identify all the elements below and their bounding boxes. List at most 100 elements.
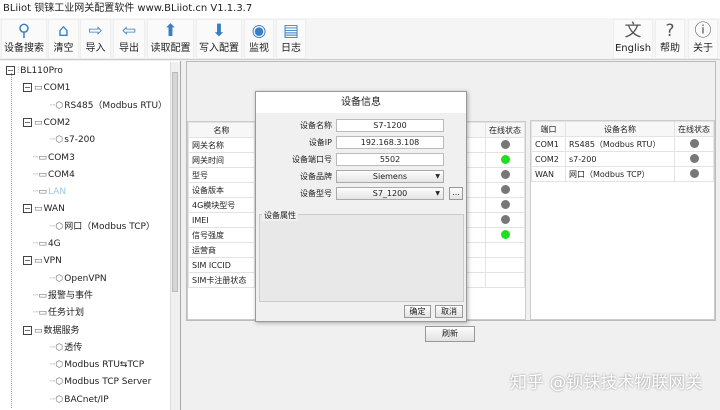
node-icon: ▭ [38, 308, 47, 319]
node-icon: ▭ [34, 117, 43, 128]
tree-item[interactable]: ┈⬡Modbus TCP Server [50, 375, 151, 389]
tree-item-label: 4G [47, 239, 61, 249]
toolbar-button-label: 日志 [281, 43, 301, 54]
log-icon: ▤ [282, 21, 300, 41]
tree-item[interactable]: ┈⬡透传 [50, 341, 82, 355]
col-online: 在线状态 [485, 122, 525, 138]
ok-button[interactable]: 确定 [404, 305, 431, 318]
device-model-label: 设备型号 [300, 189, 332, 198]
tree-scrollbar-thumb[interactable] [172, 72, 178, 292]
tree-item[interactable]: − ⫶BL110Pro [6, 64, 63, 78]
tree-item[interactable]: ┈▭COM3 [33, 151, 75, 165]
info-icon: ⓘ [694, 21, 712, 41]
device-ip-input[interactable]: 192.168.3.108 [336, 136, 444, 149]
node-icon: ▭ [34, 83, 43, 94]
chevron-down-icon: ▼ [435, 190, 440, 197]
device-port-input[interactable]: 5502 [336, 153, 444, 166]
toolbar-button-6[interactable]: ◉ 监视 [244, 19, 274, 59]
tree-item[interactable]: − ▭COM1 [23, 81, 70, 95]
device-brand-select[interactable]: Siemens ▼ [336, 170, 444, 183]
tree-item-label: Modbus RTU⇆TCP [64, 360, 145, 371]
collapse-icon[interactable]: − [23, 83, 32, 93]
tree-item-label: COM1 [43, 83, 71, 94]
more-button[interactable]: ... [449, 187, 463, 200]
status-indicator [500, 139, 510, 149]
tree-item-label: OpenVPN [64, 273, 107, 284]
collapse-icon[interactable]: − [23, 204, 32, 214]
toolbar-button-label: 设备搜索 [4, 43, 44, 54]
tree-item[interactable]: ┈▭报警与事件 [33, 289, 93, 303]
upload-icon: ⬆ [163, 21, 178, 41]
table-row[interactable]: COM2 s7-200 [531, 151, 714, 167]
tree-item[interactable]: ┈⬡网口（Modbus TCP） [50, 220, 155, 234]
row-name: SIM卡注册状态 [188, 272, 255, 288]
collapse-icon[interactable]: − [23, 325, 32, 335]
device-model-select[interactable]: S7_1200 ▼ [336, 187, 444, 200]
refresh-button[interactable]: 刷新 [425, 326, 475, 342]
tree-item[interactable]: ┈⬡RS485（Modbus RTU） [50, 99, 167, 113]
device-name-label: 设备名称 [300, 121, 332, 130]
tree-item-label: COM3 [47, 152, 75, 163]
tree-item[interactable]: ┈⬡BACnet/IP [50, 393, 109, 407]
tree-item[interactable]: ┈▭LAN [33, 185, 66, 199]
cancel-button[interactable]: 取消 [435, 305, 463, 318]
node-icon: ▭ [38, 152, 47, 163]
tree-item[interactable]: ┈▭COM4 [33, 168, 75, 182]
row-port: COM2 [531, 151, 566, 167]
node-icon: ⫶ [17, 66, 20, 76]
toolbar-button-0[interactable]: ⚲ 设备搜索 [1, 19, 47, 59]
toolbar-button-2[interactable]: ⇨ 导入 [80, 19, 111, 59]
device-info-dialog: 设备信息 设备名称 S7-1200 设备IP 192.168.3.108 设备端… [255, 91, 467, 322]
node-icon: ▭ [38, 239, 47, 249]
table-row[interactable]: COM1 RS485（Modbus RTU） [531, 136, 714, 152]
node-icon: ▭ [38, 169, 47, 180]
device-icon: ⬡ [55, 360, 64, 371]
tree-item-label: RS485（Modbus RTU） [64, 100, 168, 111]
tree-item-label: 透传 [64, 342, 83, 353]
toolbar-button-label: English [614, 43, 652, 54]
device-brand-label: 设备品牌 [300, 172, 332, 181]
row-name: 信号强度 [188, 227, 255, 243]
tree-item[interactable]: ┈▭任务计划 [33, 306, 84, 320]
tree-item-label: 报警与事件 [47, 290, 93, 301]
row-name: 4G模块型号 [188, 197, 255, 213]
collapse-icon[interactable]: − [23, 256, 32, 266]
tree-item[interactable]: ┈⬡OpenVPN [50, 272, 107, 286]
device-name-input[interactable]: S7-1200 [336, 119, 444, 132]
tree-item-label: LAN [47, 187, 67, 198]
node-icon: ▭ [34, 325, 43, 336]
device-icon: ⬡ [55, 100, 64, 111]
group-label: 设备属性 [262, 210, 298, 221]
tree-item[interactable]: − ▭数据服务 [23, 324, 80, 338]
toolbar-button-1[interactable]: ⌂ 清空 [48, 19, 79, 59]
row-name: IMEI [188, 212, 255, 228]
tree-item[interactable]: ┈▭4G [33, 237, 61, 251]
row-name: 运营商 [188, 242, 255, 258]
toolbar-right-button-2[interactable]: ⓘ 关于 [688, 19, 718, 59]
row-name: SIM ICCID [188, 257, 255, 273]
toolbar-button-5[interactable]: ⬇ 写入配置 [196, 19, 242, 59]
collapse-icon[interactable]: − [23, 117, 32, 127]
tree-item[interactable]: ┈⬡Modbus RTU⇆TCP [50, 358, 144, 372]
toolbar-right-button-0[interactable]: 文 English [613, 19, 653, 59]
toolbar-button-3[interactable]: ⇦ 导出 [113, 19, 145, 59]
device-icon: ⬡ [55, 394, 64, 405]
tree-item-label: 网口（Modbus TCP） [64, 221, 155, 232]
device-list-table: 端口 设备名称 在线状态 COM1 RS485（Modbus RTU） COM2 s7-20… [530, 120, 715, 320]
tree-item[interactable]: − ▭COM2 [23, 116, 70, 130]
device-icon: ⬡ [55, 377, 64, 388]
status-indicator [500, 214, 510, 224]
toolbar-button-7[interactable]: ▤ 日志 [276, 19, 306, 59]
toolbar-right-button-1[interactable]: ? 帮助 [655, 19, 685, 59]
tree-item[interactable]: ┈⬡s7-200 [50, 133, 95, 147]
device-tree: − ⫶BL110Pro − ▭COM1 ┈⬡RS485（Modbus RTU） − ▭COM… [0, 61, 181, 410]
device-icon: ⬡ [55, 342, 64, 353]
tree-item-label: VPN [43, 256, 62, 267]
device-icon: ⬡ [55, 221, 64, 232]
tree-item[interactable]: − ▭WAN [23, 202, 65, 216]
tree-item[interactable]: − ▭VPN [23, 254, 62, 268]
toolbar-button-4[interactable]: ⬆ 读取配置 [147, 19, 194, 59]
row-port: WAN [531, 166, 566, 182]
row-name: 设备版本 [188, 182, 255, 198]
table-row[interactable]: WAN 网口（Modbus TCP） [531, 166, 714, 182]
